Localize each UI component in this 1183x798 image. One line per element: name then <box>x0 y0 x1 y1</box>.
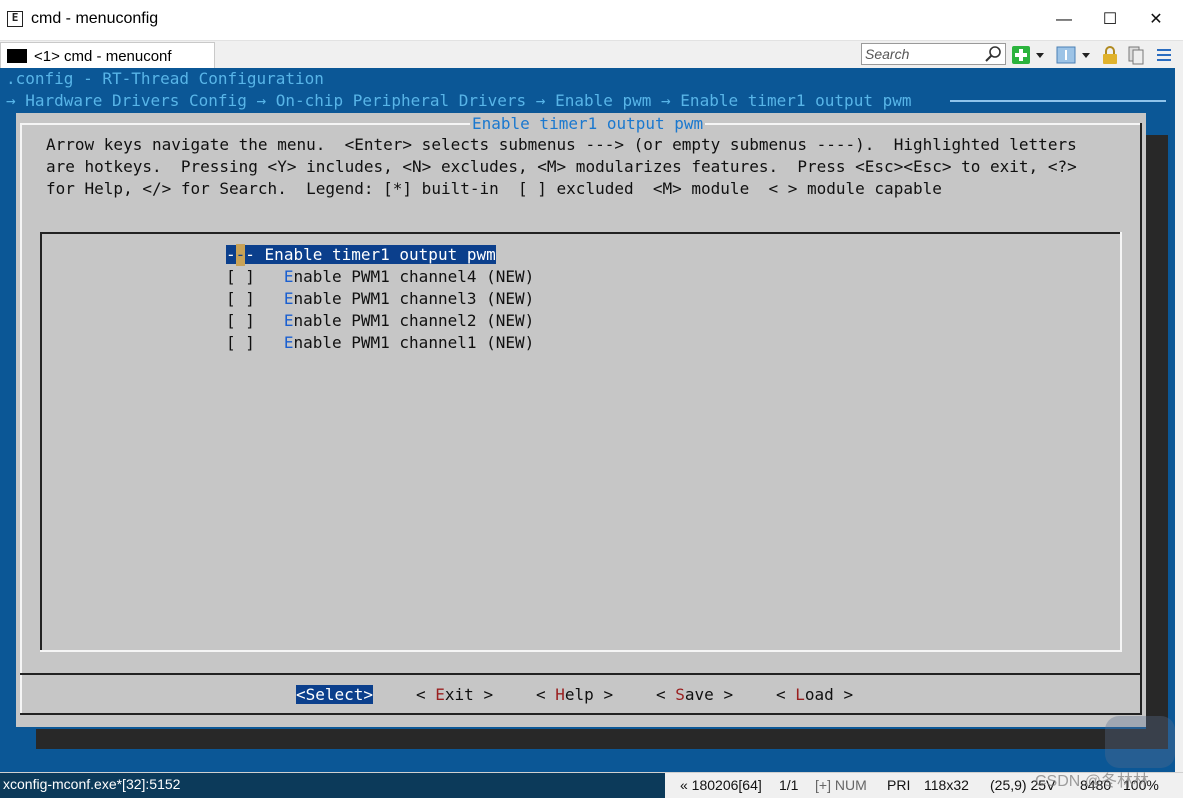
menu-box-border <box>40 232 42 652</box>
menu-item-pwm1-channel1[interactable]: [ ] Enable PWM1 channel1 (NEW) <box>226 332 534 354</box>
dialog-border <box>1140 123 1142 715</box>
menu-prefix: - <box>226 245 236 264</box>
help-line-3: for Help, </> for Search. Legend: [*] bu… <box>46 179 942 198</box>
button-bracket: < <box>656 685 676 704</box>
menu-box-border <box>40 232 1122 234</box>
checkbox[interactable]: [ ] <box>226 267 255 286</box>
help-button-label: elp > <box>564 685 614 704</box>
dialog-shadow <box>1146 135 1168 749</box>
menu-item-pwm1-channel3[interactable]: [ ] Enable PWM1 channel3 (NEW) <box>226 288 534 310</box>
status-pri: PRI <box>887 777 911 793</box>
cursor-block: - <box>235 244 246 266</box>
menu-item-label: nable PWM1 channel3 (NEW) <box>293 289 535 308</box>
hotkey-letter: E <box>283 333 294 352</box>
help-line-2: are hotkeys. Pressing <Y> includes, <N> … <box>46 157 1077 176</box>
menu-item-label: Enable timer1 output pwm <box>264 245 496 264</box>
maximize-button[interactable]: ☐ <box>1087 6 1133 34</box>
menu-item-label: nable PWM1 channel4 (NEW) <box>293 267 535 286</box>
menu-item-selected[interactable]: --- Enable timer1 output pwm <box>226 244 496 266</box>
menu-item-label: nable PWM1 channel1 (NEW) <box>293 333 535 352</box>
hotkey-letter: E <box>435 685 445 704</box>
view-icon[interactable] <box>1056 45 1076 65</box>
menu-icon[interactable] <box>1154 45 1174 65</box>
new-console-icon[interactable] <box>1011 45 1031 65</box>
console-icon <box>7 49 27 63</box>
exit-button-label: xit > <box>444 685 494 704</box>
hotkey-letter: L <box>795 685 805 704</box>
save-button[interactable]: < Save > <box>656 684 733 706</box>
minimize-button[interactable]: — <box>1041 6 1087 34</box>
select-button-label: <Select> <box>296 685 374 704</box>
console-app-icon[interactable]: E <box>7 11 23 27</box>
hotkey-letter: E <box>283 311 294 330</box>
dropdown-icon[interactable] <box>1080 45 1092 65</box>
search-input[interactable] <box>865 45 980 63</box>
menu-item-pwm1-channel4[interactable]: [ ] Enable PWM1 channel4 (NEW) <box>226 266 534 288</box>
menu-box-border <box>40 650 1122 652</box>
menu-box-border <box>1120 232 1122 652</box>
tab-label: <1> cmd - menuconf <box>34 48 172 65</box>
close-button[interactable]: ✕ <box>1133 6 1179 34</box>
config-header: .config - RT-Thread Configuration <box>6 69 324 88</box>
status-pages: 1/1 <box>779 777 799 793</box>
breadcrumb-rule <box>950 100 1166 102</box>
tab-console[interactable]: <1> cmd - menuconf <box>0 42 215 68</box>
status-process-area[interactable]: xconfig-mconf.exe*[32]:5152 <box>0 773 665 798</box>
status-info[interactable]: « 180206[64] <box>680 777 762 793</box>
save-button-label: ave > <box>684 685 734 704</box>
checkbox[interactable]: [ ] <box>226 333 255 352</box>
dialog-border <box>20 123 22 715</box>
search-box[interactable] <box>861 43 1006 65</box>
button-bracket: < <box>776 685 796 704</box>
select-button[interactable]: <Select> <box>296 684 374 706</box>
help-button[interactable]: < Help > <box>536 684 613 706</box>
menuconfig-dialog: Enable timer1 output pwm Arrow keys navi… <box>16 113 1146 727</box>
menu-item-pwm1-channel2[interactable]: [ ] Enable PWM1 channel2 (NEW) <box>226 310 534 332</box>
dialog-shadow <box>36 729 1168 749</box>
watermark-logo <box>1105 716 1175 768</box>
help-line-1: Arrow keys navigate the menu. <Enter> se… <box>46 135 1077 154</box>
dropdown-icon[interactable] <box>1034 45 1046 65</box>
search-icon[interactable] <box>984 45 1002 63</box>
toolbar: <1> cmd - menuconf <box>0 40 1183 69</box>
copy-icon[interactable] <box>1126 45 1146 65</box>
button-bracket: < <box>416 685 436 704</box>
process-name: xconfig-mconf.exe*[32]:5152 <box>3 776 181 792</box>
dialog-title: Enable timer1 output pwm <box>470 113 706 135</box>
load-button[interactable]: < Load > <box>776 684 853 706</box>
scrollbar[interactable] <box>1175 68 1183 772</box>
button-separator <box>20 673 1142 675</box>
title-bar: E cmd - menuconfig — ☐ ✕ <box>0 0 1183 40</box>
checkbox[interactable]: [ ] <box>226 311 255 330</box>
checkbox[interactable]: [ ] <box>226 289 255 308</box>
load-button-label: oad > <box>804 685 854 704</box>
menu-item-label: nable PWM1 channel2 (NEW) <box>293 311 535 330</box>
dialog-border <box>20 713 1142 715</box>
exit-button[interactable]: < Exit > <box>416 684 493 706</box>
window-title: cmd - menuconfig <box>31 10 159 27</box>
status-bar: xconfig-mconf.exe*[32]:5152 « 180206[64]… <box>0 772 1183 798</box>
hotkey-letter: S <box>675 685 685 704</box>
watermark: CSDN @冬林林 <box>1035 773 1150 790</box>
lock-icon[interactable] <box>1100 45 1120 65</box>
hotkey-letter: E <box>283 267 294 286</box>
status-num: [+] NUM <box>815 777 867 793</box>
breadcrumb: → Hardware Drivers Config → On-chip Peri… <box>6 91 912 110</box>
button-bracket: < <box>536 685 556 704</box>
menu-prefix: - <box>245 245 265 264</box>
hotkey-letter: H <box>555 685 565 704</box>
status-size: 118x32 <box>924 777 969 793</box>
hotkey-letter: E <box>283 289 294 308</box>
